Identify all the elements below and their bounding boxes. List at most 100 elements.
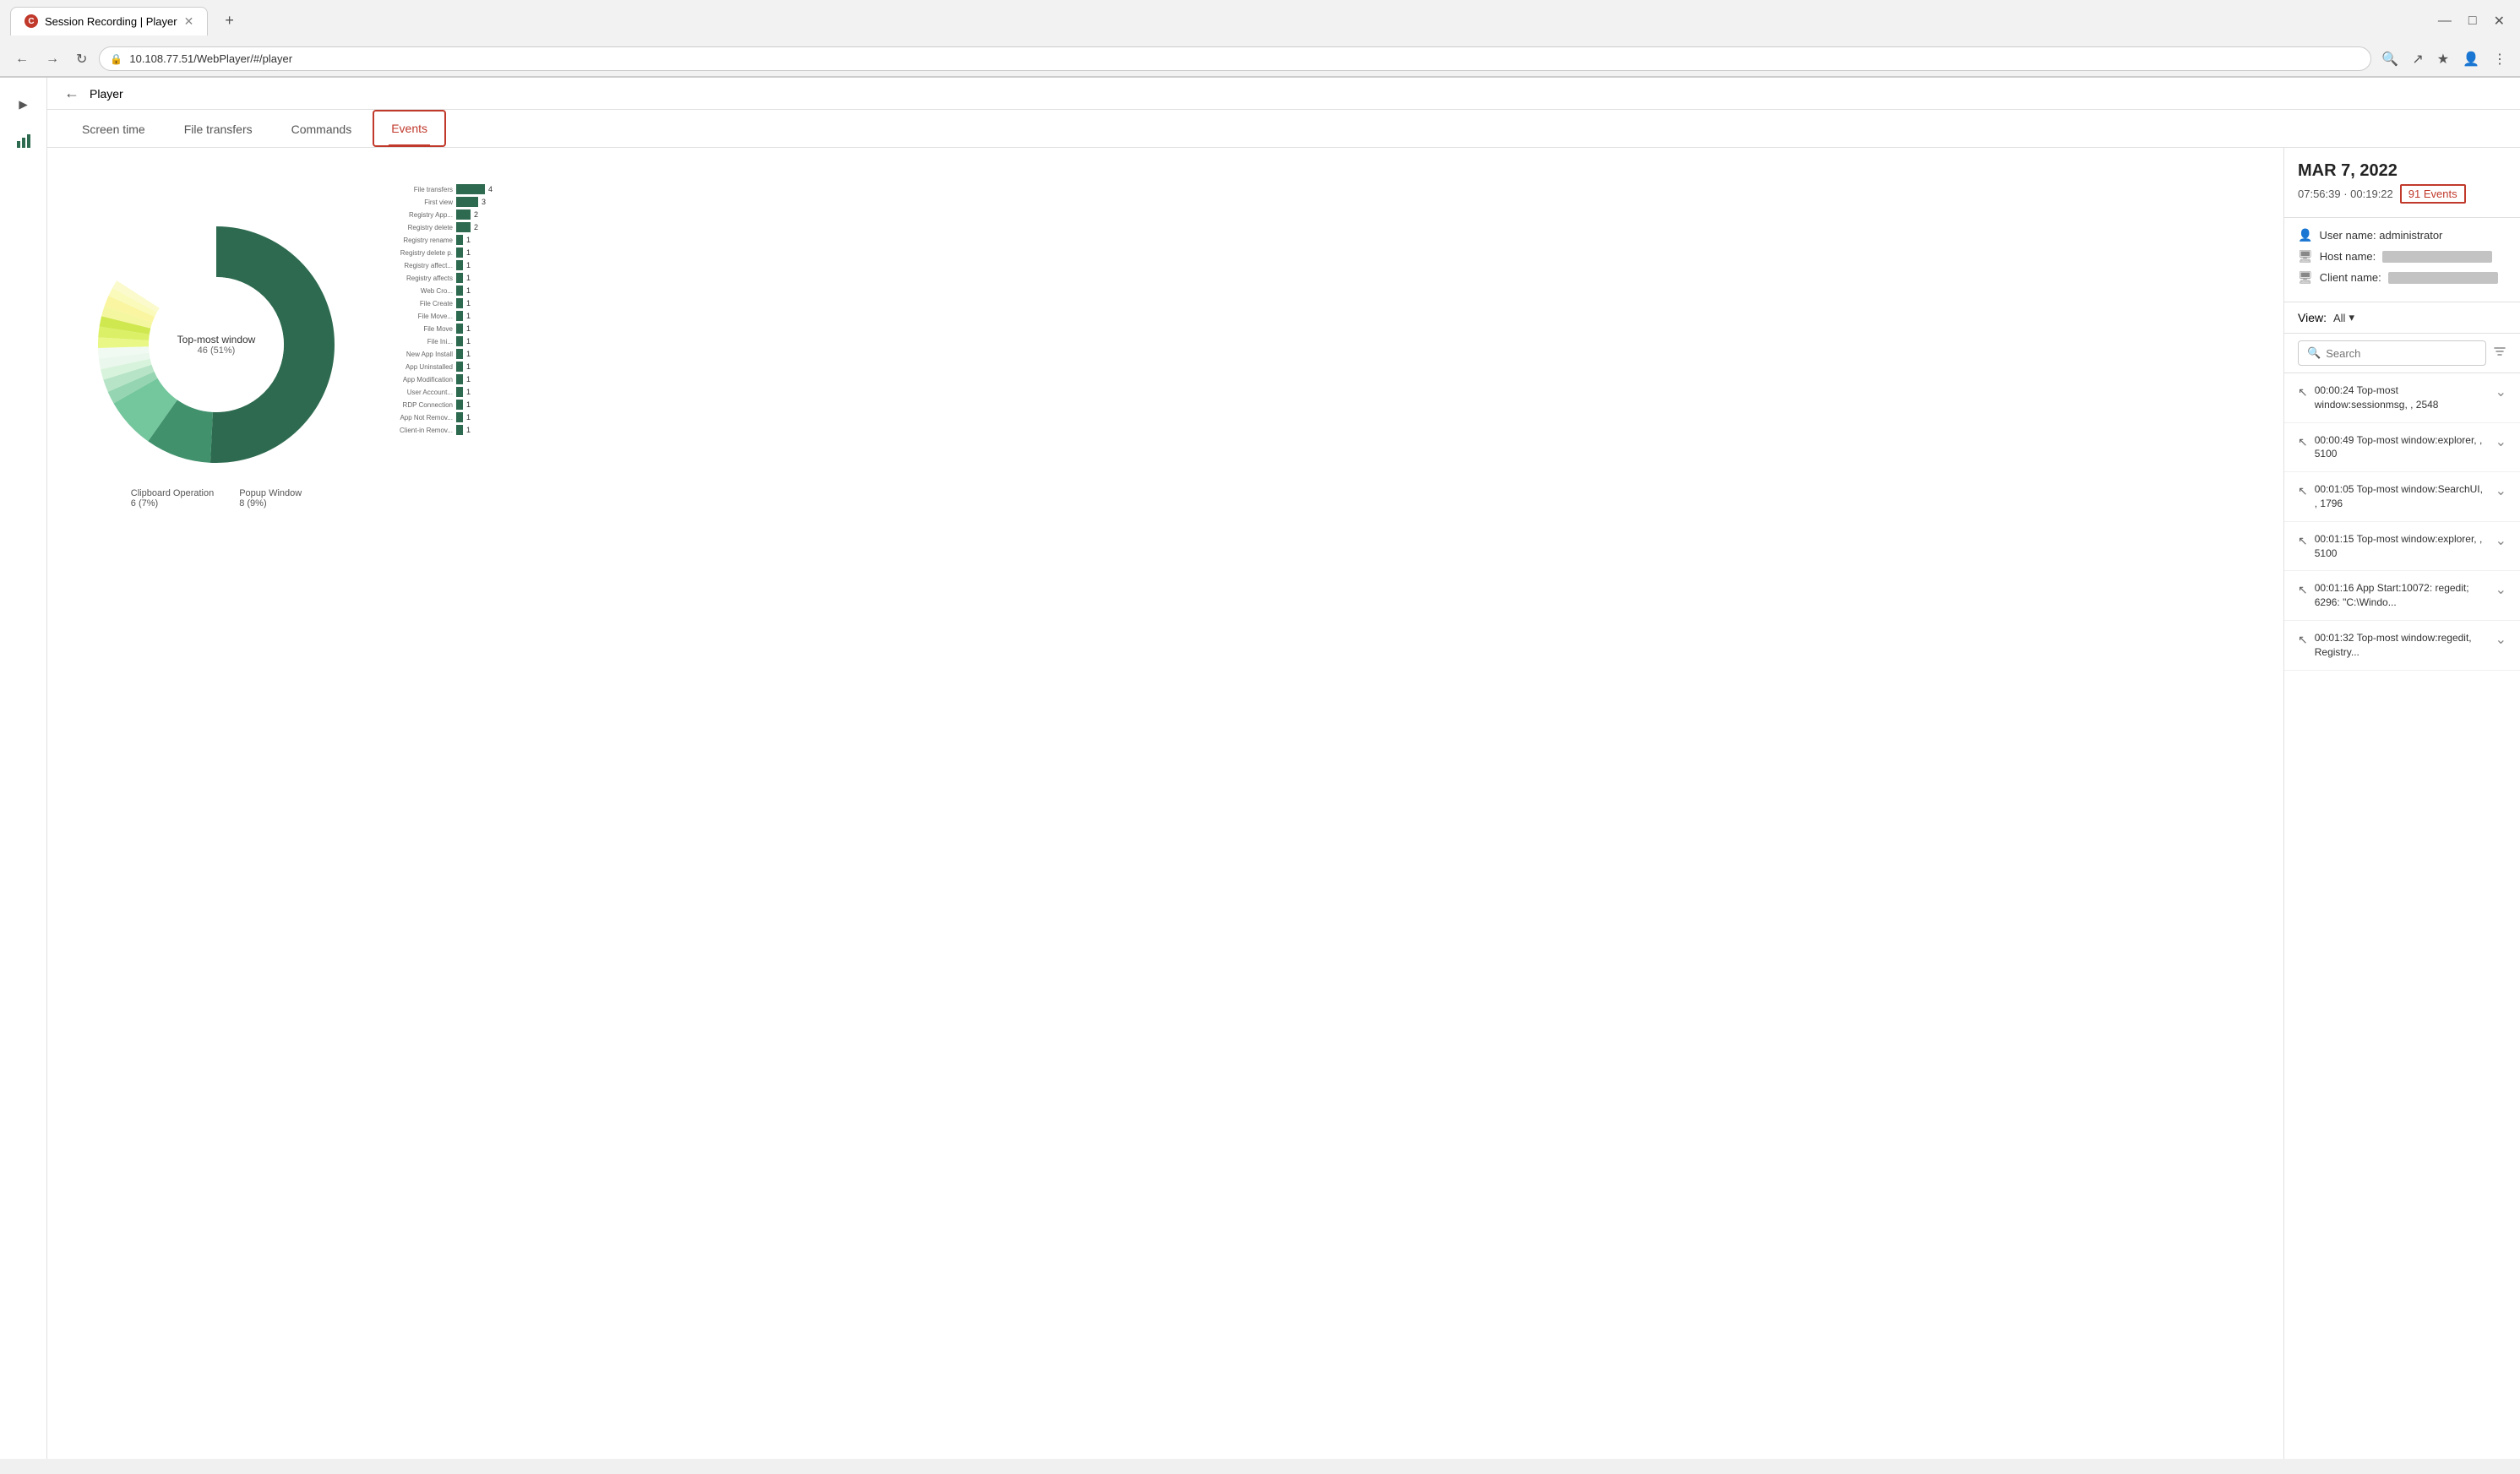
username-row: 👤 User name: administrator <box>2298 228 2506 242</box>
client-icon: 🖥 <box>2298 270 2313 285</box>
tab-commands[interactable]: Commands <box>274 112 370 147</box>
url-text: 10.108.77.51/WebPlayer/#/player <box>129 52 292 65</box>
reload-button[interactable]: ↻ <box>71 47 92 71</box>
session-meta: 07:56:39 · 00:19:22 91 Events <box>2298 184 2506 204</box>
chevron-down-icon: ▾ <box>2349 311 2354 324</box>
browser-tab[interactable]: C Session Recording | Player ✕ <box>10 7 208 35</box>
tab-file-transfers[interactable]: File transfers <box>166 112 270 147</box>
event-item-1[interactable]: ↖ 00:00:49 Top-most window:explorer, , 5… <box>2284 423 2520 473</box>
cursor-icon: ↖ <box>2298 534 2308 548</box>
menu-button[interactable]: ⋮ <box>2490 47 2510 71</box>
close-button[interactable]: ✕ <box>2489 11 2510 31</box>
tab-events[interactable]: Events <box>373 110 446 147</box>
chart-area: Top-most window 46 (51%) Clipboard Opera… <box>47 148 2283 1459</box>
event-text-2: 00:01:05 Top-most window:SearchUI, , 179… <box>2315 482 2489 511</box>
expand-icon-0[interactable]: ⌄ <box>2496 383 2506 400</box>
events-badge: 91 Events <box>2400 184 2466 204</box>
filter-button[interactable] <box>2493 345 2506 362</box>
tab-favicon: C <box>24 14 38 28</box>
zoom-button[interactable]: 🔍 <box>2378 47 2402 71</box>
session-header: MAR 7, 2022 07:56:39 · 00:19:22 91 Event… <box>2284 148 2520 218</box>
new-tab-button[interactable]: + <box>215 5 244 36</box>
event-text-4: 00:01:16 App Start:10072: regedit; 6296:… <box>2315 581 2489 610</box>
sidebar-play-button[interactable]: ▶ <box>7 88 41 122</box>
sidebar-stats-button[interactable] <box>7 125 41 159</box>
bar-row-8: Registry rename 1 <box>385 235 789 245</box>
cursor-icon: ↖ <box>2298 633 2308 647</box>
bar-row-18: App Uninstalled 1 <box>385 362 789 372</box>
maximize-button[interactable]: □ <box>2463 11 2482 31</box>
expand-icon-2[interactable]: ⌄ <box>2496 482 2506 499</box>
bar-row-6: Registry App... 2 <box>385 209 789 220</box>
back-button[interactable]: ← <box>64 84 79 102</box>
bar-row-17: New App Install 1 <box>385 349 789 359</box>
bar-chart-section: Top-most window Popup Window 8 <box>385 182 2250 536</box>
session-date: MAR 7, 2022 <box>2298 161 2506 181</box>
session-info: 👤 User name: administrator 🖥 Host name: … <box>2284 218 2520 302</box>
bar-row-9: Registry delete p. 1 <box>385 247 789 258</box>
forward-nav-button[interactable]: → <box>41 48 64 70</box>
event-item-0[interactable]: ↖ 00:00:24 Top-most window:sessionmsg, ,… <box>2284 373 2520 423</box>
bar-row-13: File Create 1 <box>385 298 789 308</box>
play-icon: ▶ <box>19 98 27 112</box>
search-filter-row: 🔍 <box>2284 334 2520 373</box>
search-box[interactable]: 🔍 <box>2298 340 2486 366</box>
bars-container: Top-most window Popup Window 8 <box>385 182 789 435</box>
title-bar: C Session Recording | Player ✕ + — □ ✕ <box>0 0 2520 41</box>
event-text-1: 00:00:49 Top-most window:explorer, , 510… <box>2315 433 2489 462</box>
bar-row-16: File Ini... 1 <box>385 336 789 346</box>
event-item-5[interactable]: ↖ 00:01:32 Top-most window:regedit, Regi… <box>2284 621 2520 671</box>
user-icon: 👤 <box>2298 228 2312 242</box>
minimize-button[interactable]: — <box>2433 11 2457 31</box>
event-item-4[interactable]: ↖ 00:01:16 App Start:10072: regedit; 629… <box>2284 571 2520 621</box>
tab-screen-time[interactable]: Screen time <box>64 112 163 147</box>
hostname-label: Host name: <box>2320 250 2376 263</box>
content-area: Top-most window 46 (51%) Clipboard Opera… <box>47 148 2520 1459</box>
url-bar[interactable]: 🔒 10.108.77.51/WebPlayer/#/player <box>99 46 2371 71</box>
right-panel: MAR 7, 2022 07:56:39 · 00:19:22 91 Event… <box>2283 148 2520 1459</box>
bar-row-19: App Modification 1 <box>385 374 789 384</box>
event-item-3[interactable]: ↖ 00:01:15 Top-most window:explorer, , 5… <box>2284 522 2520 572</box>
cursor-icon: ↖ <box>2298 435 2308 449</box>
share-button[interactable]: ↗ <box>2408 47 2426 71</box>
tab-close-button[interactable]: ✕ <box>184 14 194 29</box>
app-container: ▶ ← Player Screen time File transfers Co… <box>0 78 2520 1459</box>
clientname-row: 🖥 Client name: <box>2298 270 2506 285</box>
bar-row-23: Client-in Remov... 1 <box>385 425 789 435</box>
cursor-icon: ↖ <box>2298 583 2308 597</box>
filter-icon <box>2493 345 2506 358</box>
bookmark-button[interactable]: ★ <box>2434 47 2452 71</box>
host-icon: 🖥 <box>2298 249 2313 264</box>
search-input[interactable] <box>2326 347 2477 360</box>
profile-button[interactable]: 👤 <box>2459 47 2483 71</box>
session-time: 07:56:39 · 00:19:22 <box>2298 188 2393 200</box>
bar-row-20: User Account... 1 <box>385 387 789 397</box>
expand-icon-1[interactable]: ⌄ <box>2496 433 2506 450</box>
bar-row-15: File Move 1 <box>385 324 789 334</box>
event-text-3: 00:01:15 Top-most window:explorer, , 510… <box>2315 532 2489 561</box>
window-controls: — □ ✕ <box>2433 11 2510 31</box>
view-filter-row: View: All ▾ <box>2284 302 2520 334</box>
label-clipboard: Clipboard Operation 6 (7%) <box>131 488 214 509</box>
expand-icon-3[interactable]: ⌄ <box>2496 532 2506 549</box>
event-item-2[interactable]: ↖ 00:01:05 Top-most window:SearchUI, , 1… <box>2284 472 2520 522</box>
expand-icon-4[interactable]: ⌄ <box>2496 581 2506 598</box>
donut-bottom-labels: Clipboard Operation 6 (7%) Popup Window … <box>131 488 302 509</box>
player-label: Player <box>90 87 123 101</box>
expand-icon-5[interactable]: ⌄ <box>2496 631 2506 648</box>
stats-icon <box>15 133 32 152</box>
back-nav-button[interactable]: ← <box>10 48 34 70</box>
bar-row-22: App Not Remov... 1 <box>385 412 789 422</box>
event-text-5: 00:01:32 Top-most window:regedit, Regist… <box>2315 631 2489 660</box>
view-dropdown[interactable]: All ▾ <box>2333 311 2354 324</box>
address-actions: 🔍 ↗ ★ 👤 ⋮ <box>2378 47 2510 71</box>
bar-row-5: First view 3 <box>385 197 789 207</box>
bar-row-12: Web Cro... 1 <box>385 286 789 296</box>
donut-chart-section: Top-most window 46 (51%) Clipboard Opera… <box>81 209 351 509</box>
bar-row-21: RDP Connection 1 <box>385 400 789 410</box>
bar-row-14: File Move... 1 <box>385 311 789 321</box>
cursor-icon: ↖ <box>2298 385 2308 400</box>
events-list: ↖ 00:00:24 Top-most window:sessionmsg, ,… <box>2284 373 2520 1459</box>
sidebar: ▶ <box>0 78 47 1459</box>
bar-row-11: Registry affects 1 <box>385 273 789 283</box>
